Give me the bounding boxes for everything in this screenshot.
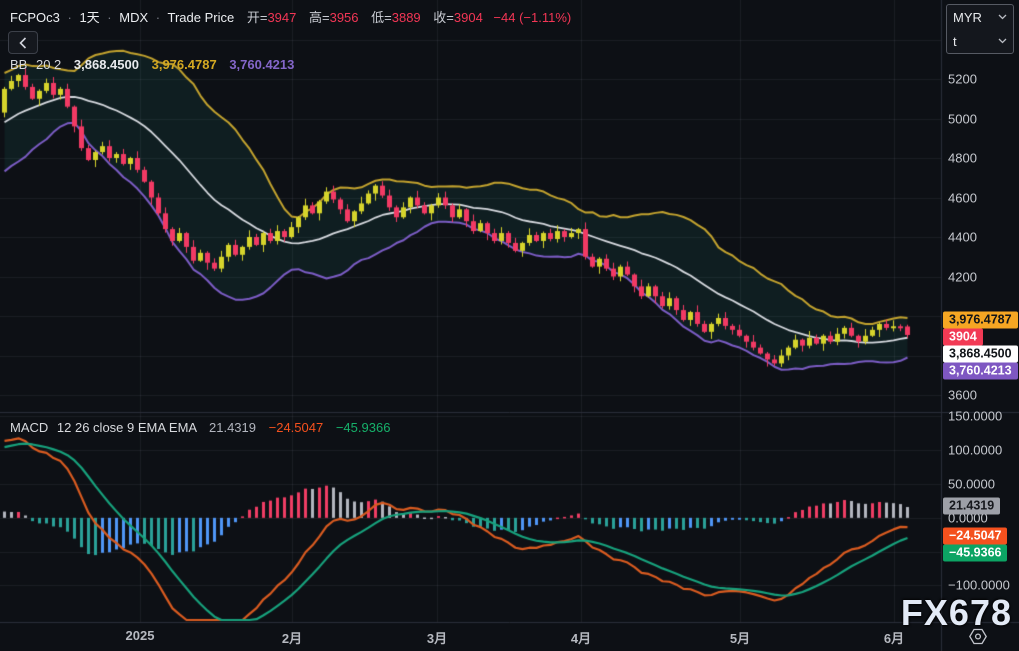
symbol-name: FCPOc3 <box>10 10 60 25</box>
unit-value: t <box>953 33 957 49</box>
chevron-left-icon <box>19 36 27 49</box>
macd-tick-100: 100.0000 <box>948 442 1003 458</box>
close-label: 收= <box>433 10 454 25</box>
interval-label: 1天 <box>79 10 100 25</box>
open-value: 3947 <box>267 10 297 25</box>
price-tick-4800: 4800 <box>948 150 977 166</box>
macd-tick--100: −100.0000 <box>948 577 1010 593</box>
price-tick-4600: 4600 <box>948 190 977 205</box>
currency-value: MYR <box>953 9 982 25</box>
macd-tag: −45.9366 <box>943 544 1008 562</box>
scale-selector: MYR t <box>946 4 1014 54</box>
trading-chart-app: FCPOc3 · 1天 · MDX · Trade Price 开=3947 高… <box>0 0 1019 651</box>
macd-hist-value: 21.4319 <box>209 420 256 435</box>
time-label-2月: 2月 <box>281 631 303 646</box>
macd-tick-150: 150.0000 <box>948 408 1003 424</box>
price-tag: 3,868.4500 <box>943 345 1018 363</box>
bb-title: BB <box>10 57 28 72</box>
chevron-down-icon <box>998 38 1007 44</box>
high-value: 3956 <box>329 10 359 25</box>
separator-dot: · <box>107 10 112 25</box>
close-value: 3904 <box>453 10 483 25</box>
bb-basis-value: 3,868.4500 <box>73 57 139 72</box>
symbol-legend: FCPOc3 · 1天 · MDX · Trade Price 开=3947 高… <box>10 7 571 26</box>
macd-title: MACD <box>10 420 49 435</box>
price-tag: 3,760.4213 <box>943 362 1018 380</box>
price-tick-4400: 4400 <box>948 229 977 245</box>
time-label-4月: 4月 <box>570 631 592 646</box>
unit-select[interactable]: t <box>947 29 1013 53</box>
chevron-down-icon <box>998 14 1007 20</box>
macd-tick-50: 50.0000 <box>948 476 995 492</box>
time-label-6月: 6月 <box>883 631 905 646</box>
bb-upper-value: 3,976.4787 <box>151 57 217 72</box>
currency-select[interactable]: MYR <box>947 5 1013 29</box>
time-label-2025: 2025 <box>125 628 155 643</box>
price-tick-3600: 3600 <box>948 387 977 403</box>
exchange-label: MDX <box>119 10 149 25</box>
macd-signal-value: −45.9366 <box>335 420 391 435</box>
macd-line-value: −24.5047 <box>268 420 324 435</box>
separator-dot: · <box>155 10 161 25</box>
price-tag: 3,976.4787 <box>943 311 1018 329</box>
high-label: 高= <box>309 10 330 25</box>
bb-legend: BB 20 2 3,868.4500 3,976.4787 3,760.4213 <box>10 57 294 72</box>
macd-tag: 21.4319 <box>943 497 1001 515</box>
macd-params: 12 26 close 9 EMA EMA <box>56 420 197 435</box>
price-tick-5000: 5000 <box>948 111 977 126</box>
separator-dot: · <box>67 10 72 25</box>
open-label: 开= <box>246 10 268 25</box>
price-tick-5200: 5200 <box>948 71 977 87</box>
chart-canvas[interactable] <box>0 0 1019 651</box>
low-label: 低= <box>371 10 392 25</box>
series-type-label: Trade Price <box>167 10 235 25</box>
watermark-fx678: FX678 <box>900 592 1012 633</box>
low-value: 3889 <box>391 10 421 25</box>
change-value: −44 (−1.11%) <box>493 10 572 25</box>
bb-params: 20 2 <box>35 57 62 72</box>
bb-lower-value: 3,760.4213 <box>229 57 295 72</box>
time-label-5月: 5月 <box>729 631 751 646</box>
price-tag: 3904 <box>943 328 983 346</box>
time-label-3月: 3月 <box>426 631 448 646</box>
hexagon-logo-icon[interactable] <box>967 628 989 645</box>
macd-tag: −24.5047 <box>943 527 1008 545</box>
back-button[interactable] <box>8 31 38 54</box>
macd-legend: MACD 12 26 close 9 EMA EMA 21.4319 −24.5… <box>10 420 390 435</box>
price-tick-4200: 4200 <box>948 269 977 284</box>
